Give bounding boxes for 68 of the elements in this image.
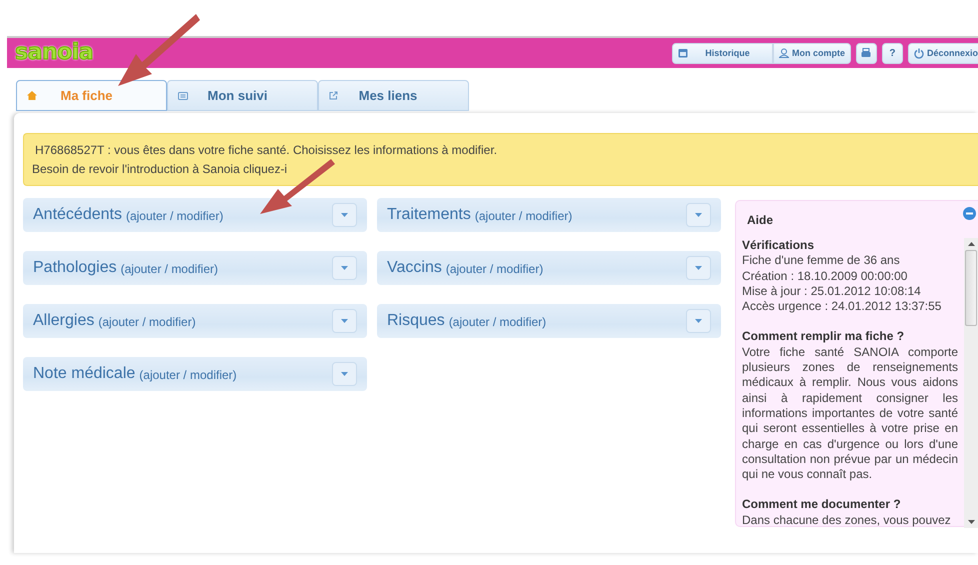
print-button[interactable] bbox=[856, 42, 877, 64]
edit-link[interactable]: (ajouter / modifier) bbox=[448, 315, 546, 329]
scrollbar[interactable] bbox=[964, 238, 978, 528]
edit-link[interactable]: (ajouter / modifier) bbox=[474, 209, 572, 223]
caret-icon bbox=[695, 266, 702, 270]
tab[interactable]: Mon suivi bbox=[167, 80, 318, 111]
caret-icon bbox=[341, 266, 348, 270]
dropdown-button[interactable] bbox=[686, 309, 711, 333]
dropdown-button[interactable] bbox=[332, 256, 357, 280]
help-text: Création : 18.10.2009 00:00:00 bbox=[742, 268, 908, 284]
external-link-icon bbox=[329, 91, 338, 100]
scroll-thumb[interactable] bbox=[965, 250, 977, 326]
dropdown-button[interactable] bbox=[332, 309, 357, 333]
account-button[interactable]: Mon compte bbox=[772, 42, 851, 64]
dropdown-button[interactable] bbox=[686, 203, 711, 227]
help-text: Accès urgence : 24.01.2012 13:37:55 bbox=[742, 299, 942, 314]
edit-link[interactable]: (ajouter / modifier) bbox=[139, 368, 237, 382]
section-header[interactable]: Pathologies (ajouter / modifier) bbox=[23, 251, 367, 285]
section-title: Pathologies bbox=[33, 259, 117, 277]
caret-icon bbox=[341, 372, 348, 376]
card-icon bbox=[178, 92, 188, 100]
dropdown-button[interactable] bbox=[332, 362, 357, 386]
section-header[interactable]: Risques (ajouter / modifier) bbox=[377, 304, 721, 338]
help-button[interactable]: ? bbox=[882, 42, 903, 64]
help-paragraph: Votre fiche santé SANOIA comporte plusieurs zones de renseignements médicaux à remplir. Nous vous aidons ainsi à rapidement consigner les informations importantes de votre santé qui seront essentielles à votre prise en charge en cas d'urgence ou lors d'une consultation non prévue par un médecin qui ne vous connaît pas. bbox=[742, 344, 958, 482]
scroll-up-icon[interactable] bbox=[968, 242, 974, 246]
notice-text: Besoin de revoir l'introduction à Sanoia cliquez-i bbox=[32, 161, 288, 178]
help-title: Aide bbox=[747, 213, 774, 227]
logo: sanoia bbox=[14, 42, 94, 64]
collapse-icon[interactable] bbox=[963, 207, 976, 220]
section-header[interactable]: Vaccins (ajouter / modifier) bbox=[377, 251, 721, 285]
section-title: Vaccins bbox=[387, 259, 442, 277]
help-heading: Comment remplir ma fiche ? bbox=[742, 329, 906, 345]
section-header[interactable]: Antécédents (ajouter / modifier) bbox=[23, 198, 367, 232]
tab[interactable]: Mes liens bbox=[318, 80, 469, 111]
section-title: Allergies bbox=[33, 312, 94, 330]
help-heading: Comment me documenter ? bbox=[742, 497, 902, 513]
power-icon bbox=[914, 48, 924, 58]
user-icon bbox=[778, 48, 789, 58]
calendar-icon bbox=[678, 48, 688, 58]
caret-icon bbox=[341, 319, 348, 323]
caret-icon bbox=[341, 213, 348, 217]
section-title: Traitements bbox=[387, 206, 471, 224]
caret-icon bbox=[695, 319, 702, 323]
edit-link[interactable]: (ajouter / modifier) bbox=[126, 209, 224, 223]
caret-icon bbox=[695, 213, 702, 217]
help-heading: Vérifications bbox=[742, 238, 816, 254]
help-paragraph: Dans chacune des zones, vous pouvez bbox=[742, 512, 952, 528]
logout-button[interactable]: Déconnexio bbox=[908, 42, 978, 64]
help-text: Fiche d'une femme de 36 ans bbox=[742, 253, 901, 269]
house-icon bbox=[27, 91, 37, 100]
section-header[interactable]: Note médicale (ajouter / modifier) bbox=[23, 357, 367, 391]
history-button[interactable]: Historique bbox=[672, 42, 773, 64]
section-header[interactable]: Allergies (ajouter / modifier) bbox=[23, 304, 367, 338]
tab[interactable]: Ma fiche bbox=[16, 80, 167, 111]
scroll-down-icon[interactable] bbox=[968, 520, 974, 524]
section-title: Risques bbox=[387, 312, 445, 330]
help-text: Mise à jour : 25.01.2012 10:08:14 bbox=[742, 284, 922, 300]
dropdown-button[interactable] bbox=[332, 203, 357, 227]
dropdown-button[interactable] bbox=[686, 256, 711, 280]
section-header[interactable]: Traitements (ajouter / modifier) bbox=[377, 198, 721, 232]
edit-link[interactable]: (ajouter / modifier) bbox=[120, 262, 218, 276]
edit-link[interactable]: (ajouter / modifier) bbox=[446, 262, 544, 276]
edit-link[interactable]: (ajouter / modifier) bbox=[98, 315, 196, 329]
notice-text: H76868527T : vous êtes dans votre fiche santé. Choisissez les informations à modifier. bbox=[34, 142, 498, 159]
section-title: Note médicale bbox=[33, 365, 136, 383]
printer-icon bbox=[861, 48, 872, 58]
section-title: Antécédents bbox=[33, 206, 122, 224]
